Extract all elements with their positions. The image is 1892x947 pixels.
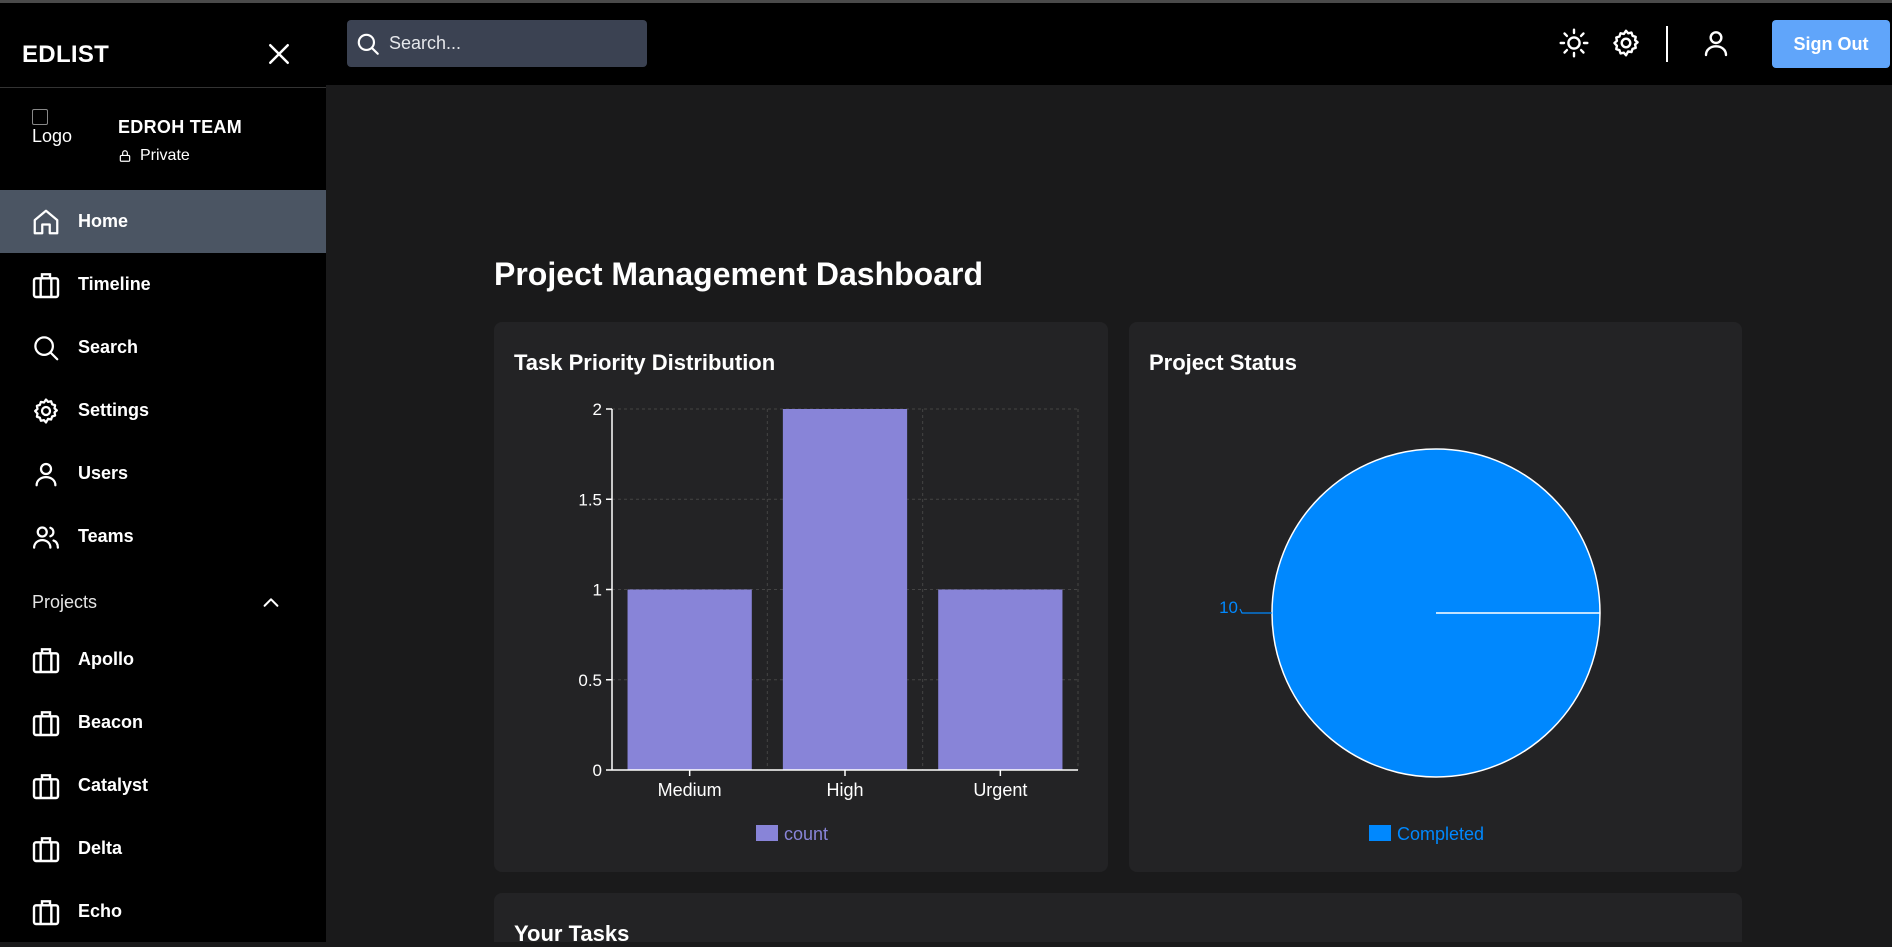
app-brand: EDLIST <box>22 41 110 68</box>
settings-button[interactable] <box>1610 27 1642 59</box>
user-icon <box>1704 31 1728 57</box>
your-tasks-card: Your Tasks <box>494 893 1742 946</box>
chevron-up-icon <box>263 598 279 607</box>
sidebar-project-delta[interactable]: Delta <box>0 817 326 880</box>
topbar-separator <box>1666 26 1668 62</box>
sidebar-divider <box>0 87 326 88</box>
project-status-pie-chart: 10 Completed <box>1219 448 1601 844</box>
sidebar-item-home[interactable]: Home <box>0 190 326 253</box>
briefcase-icon <box>30 770 62 802</box>
gear-icon <box>30 395 62 427</box>
sidebar-item-settings[interactable]: Settings <box>0 379 326 442</box>
top-bar: Sign Out <box>326 3 1892 85</box>
y-tick-label: 1 <box>593 581 602 600</box>
projects-section-label: Projects <box>32 591 98 612</box>
task-priority-card: Task Priority Distribution 0 0.5 1 1.5 2 Medi… <box>494 322 1108 872</box>
sidebar-project-catalyst[interactable]: Catalyst <box>0 754 326 817</box>
y-tick-label: 0 <box>593 761 602 780</box>
gear-icon <box>1613 29 1639 57</box>
bar <box>938 589 1063 770</box>
sidebar-item-label: Teams <box>78 526 134 546</box>
sidebar-project-label: Beacon <box>78 712 144 732</box>
briefcase-icon <box>30 707 62 739</box>
profile-button[interactable] <box>1700 27 1732 59</box>
sidebar-project-label: Apollo <box>78 649 134 669</box>
sun-icon <box>1559 28 1589 58</box>
team-visibility: Private <box>118 147 190 165</box>
briefcase-icon <box>30 896 62 928</box>
task-priority-bar-chart: 0 0.5 1 1.5 2 Medium High Urgent count <box>578 400 1079 844</box>
legend-label: Completed <box>1397 824 1484 844</box>
x-tick-label: High <box>826 780 863 800</box>
search-icon <box>357 33 379 55</box>
bar <box>782 409 908 770</box>
sidebar-item-label: Home <box>78 211 129 231</box>
sidebar-project-label: Delta <box>78 838 123 858</box>
y-tick-label: 2 <box>593 400 602 419</box>
projects-section-toggle[interactable]: Projects <box>0 582 326 622</box>
sidebar-item-timeline[interactable]: Timeline <box>0 253 326 316</box>
home-icon <box>30 206 62 238</box>
sidebar-item-users[interactable]: Users <box>0 442 326 505</box>
page-title: Project Management Dashboard <box>494 256 983 292</box>
sidebar-project-label: Catalyst <box>78 775 149 795</box>
search-icon <box>30 332 62 364</box>
x-tick-label: Medium <box>658 780 722 800</box>
sidebar-item-teams[interactable]: Teams <box>0 505 326 568</box>
sidebar-item-label: Users <box>78 463 129 483</box>
users-icon <box>30 521 62 553</box>
team-logo-alt: Logo <box>32 126 73 146</box>
close-icon <box>269 44 289 64</box>
team-name: EDROH TEAM <box>118 117 242 137</box>
search-input[interactable] <box>389 33 629 54</box>
theme-toggle-button[interactable] <box>1558 27 1590 59</box>
sidebar-project-apollo[interactable]: Apollo <box>0 628 326 691</box>
lock-icon <box>119 150 131 162</box>
briefcase-icon <box>30 833 62 865</box>
card-title: Your Tasks <box>514 921 630 946</box>
legend-swatch <box>756 825 778 841</box>
user-icon <box>30 458 62 490</box>
pie-data-label: 10 <box>1219 598 1238 617</box>
briefcase-icon <box>30 269 62 301</box>
sidebar-item-search[interactable]: Search <box>0 316 326 379</box>
sidebar-item-label: Settings <box>78 400 150 420</box>
sidebar: EDLIST Logo EDROH TEAM Private Home Time… <box>0 3 326 942</box>
sidebar-item-label: Search <box>78 337 139 357</box>
broken-image-icon <box>32 109 48 125</box>
legend-label: count <box>784 824 828 844</box>
sidebar-project-beacon[interactable]: Beacon <box>0 691 326 754</box>
team-visibility-label: Private <box>140 147 190 164</box>
bar <box>627 589 752 770</box>
x-tick-label: Urgent <box>973 780 1027 800</box>
sidebar-item-label: Timeline <box>78 274 151 294</box>
y-tick-label: 1.5 <box>578 490 602 509</box>
sidebar-project-label: Echo <box>78 901 123 921</box>
y-tick-label: 0.5 <box>578 671 602 690</box>
project-status-card: Project Status 10 Completed <box>1129 322 1742 872</box>
sidebar-project-echo[interactable]: Echo <box>0 880 326 942</box>
briefcase-icon <box>30 644 62 676</box>
team-logo: Logo <box>32 109 77 159</box>
sign-out-button[interactable]: Sign Out <box>1772 20 1890 68</box>
search-box[interactable] <box>347 20 647 67</box>
close-sidebar-button[interactable] <box>264 39 294 69</box>
legend-swatch <box>1369 825 1391 841</box>
pie-label-line <box>1239 608 1272 614</box>
